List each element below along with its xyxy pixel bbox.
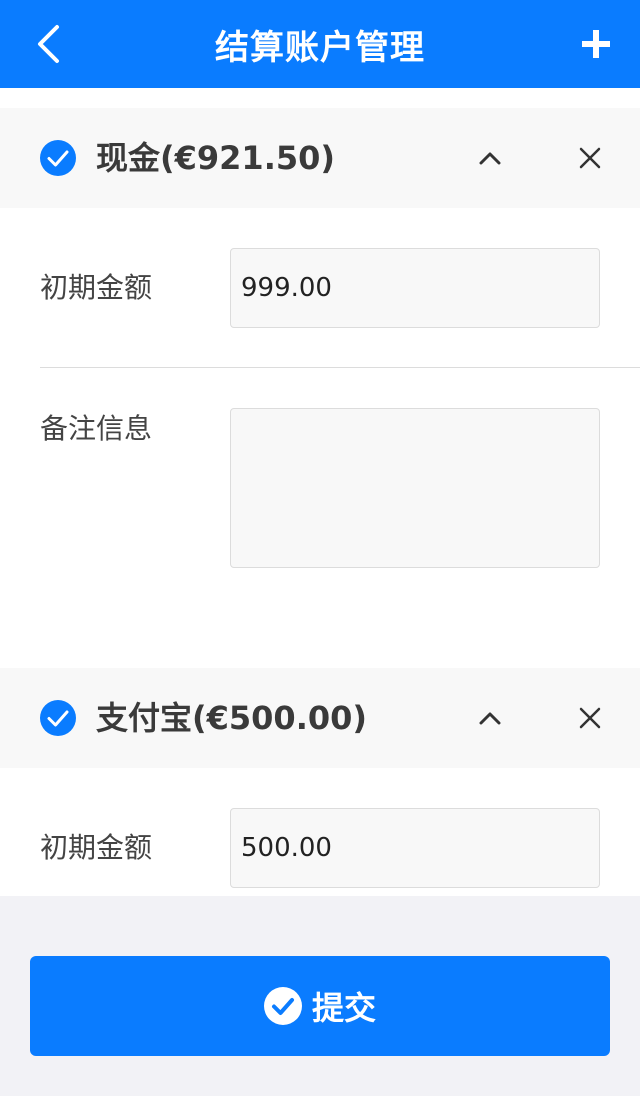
chevron-up-icon (479, 712, 501, 725)
initial-amount-label: 初期金额 (40, 271, 153, 304)
check-circle-icon[interactable] (40, 140, 76, 176)
collapse-button[interactable] (474, 144, 506, 172)
footer: 提交 (0, 896, 640, 1096)
initial-amount-input[interactable] (230, 808, 600, 888)
note-label: 备注信息 (40, 412, 153, 445)
submit-label: 提交 (311, 989, 376, 1027)
note-input[interactable] (230, 408, 600, 568)
page-title: 结算账户管理 (215, 27, 425, 68)
account-header-alipay[interactable]: 支付宝(€500.00) (0, 668, 640, 768)
close-icon (579, 147, 601, 169)
initial-amount-row: 初期金额 (0, 768, 640, 896)
account-title: 支付宝(€500.00) (96, 699, 368, 737)
delete-account-button[interactable] (574, 142, 606, 174)
delete-account-button[interactable] (574, 702, 606, 734)
note-row: 备注信息 (0, 368, 640, 608)
account-header-cash[interactable]: 现金(€921.50) (0, 108, 640, 208)
chevron-left-icon (38, 25, 59, 63)
close-icon (579, 707, 601, 729)
collapse-button[interactable] (474, 704, 506, 732)
spacer (0, 88, 640, 108)
plus-icon (582, 30, 610, 58)
add-account-button[interactable] (574, 22, 618, 66)
spacer (0, 608, 640, 668)
check-circle-icon[interactable] (40, 700, 76, 736)
initial-amount-row: 初期金额 (0, 208, 640, 368)
initial-amount-label: 初期金额 (40, 831, 153, 864)
initial-amount-input[interactable] (230, 248, 600, 328)
nav-bar: 结算账户管理 (0, 0, 640, 88)
account-title: 现金(€921.50) (96, 139, 336, 177)
chevron-up-icon (479, 152, 501, 165)
check-circle-icon (263, 987, 302, 1025)
account-list: 现金(€921.50) 初期金额 备注信息 支付宝(€500.00) (0, 88, 640, 896)
submit-button[interactable]: 提交 (30, 956, 610, 1056)
back-button[interactable] (28, 22, 68, 66)
